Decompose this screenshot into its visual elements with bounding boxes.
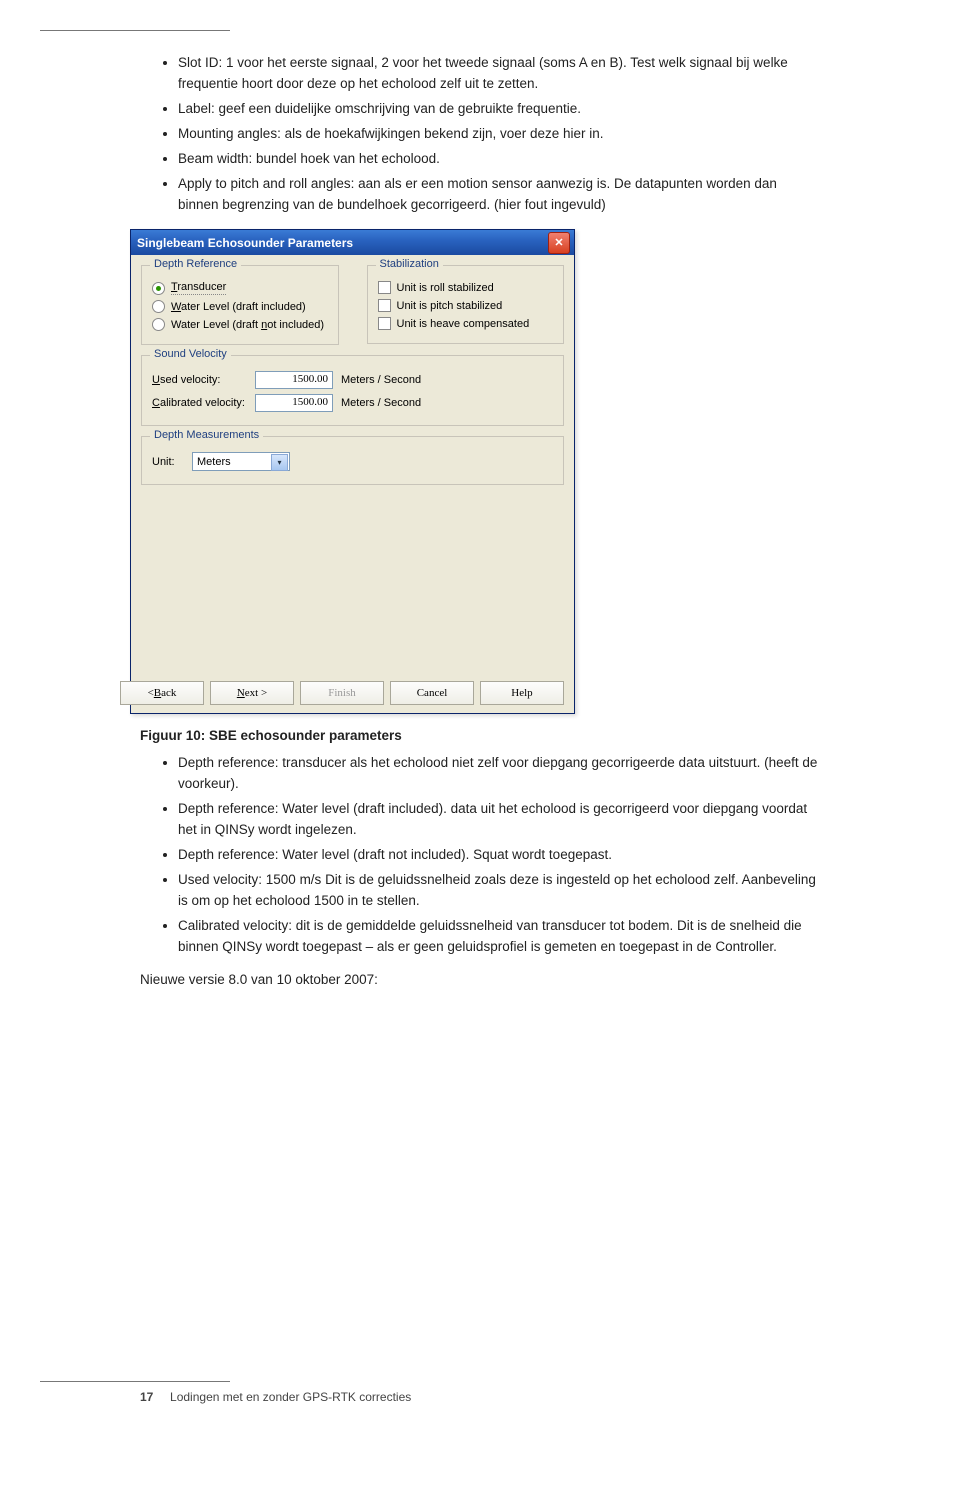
group-legend: Stabilization (376, 258, 443, 270)
radio-icon (152, 318, 165, 331)
radio-icon (152, 300, 165, 313)
chevron-down-icon: ▾ (271, 454, 288, 471)
radio-water-level-draft-not-included[interactable]: Water Level (draft not included) (152, 318, 328, 331)
group-depth-reference: Depth Reference Transducer Water Level (… (141, 265, 339, 345)
dialog-title: Singlebeam Echosounder Parameters (137, 236, 353, 250)
group-sound-velocity: Sound Velocity Used velocity: 1500.00 Me… (141, 355, 564, 426)
checkbox-icon (378, 281, 391, 294)
echosounder-dialog: Singlebeam Echosounder Parameters ✕ Dept… (130, 229, 575, 714)
footer-text: Lodingen met en zonder GPS-RTK correctie… (170, 1390, 411, 1404)
unit-label: Meters / Second (341, 374, 421, 386)
radio-label: Water Level (draft included) (171, 301, 306, 313)
list-item: Calibrated velocity: dit is de gemiddeld… (178, 916, 820, 958)
group-legend: Depth Measurements (150, 429, 263, 441)
figure-caption: Figuur 10: SBE echosounder parameters (140, 728, 820, 743)
dialog-button-row: < Back Next > Finish Cancel Help (141, 675, 564, 705)
dialog-titlebar[interactable]: Singlebeam Echosounder Parameters ✕ (131, 230, 574, 255)
cancel-button[interactable]: Cancel (390, 681, 474, 705)
group-depth-measurements: Depth Measurements Unit: Meters ▾ (141, 436, 564, 485)
used-velocity-label: Used velocity: (152, 374, 247, 386)
radio-water-level-draft-included[interactable]: Water Level (draft included) (152, 300, 328, 313)
unit-select[interactable]: Meters ▾ (192, 452, 290, 471)
radio-transducer[interactable]: Transducer (152, 281, 328, 295)
check-heave-compensated[interactable]: Unit is heave compensated (378, 317, 554, 330)
checkbox-icon (378, 299, 391, 312)
unit-field-label: Unit: (152, 456, 184, 468)
group-legend: Depth Reference (150, 258, 241, 270)
check-pitch-stabilized[interactable]: Unit is pitch stabilized (378, 299, 554, 312)
radio-icon (152, 282, 165, 295)
check-roll-stabilized[interactable]: Unit is roll stabilized (378, 281, 554, 294)
radio-label: Water Level (draft not included) (171, 319, 324, 331)
list-item: Mounting angles: als de hoekafwijkingen … (178, 124, 820, 145)
top-rule (40, 30, 230, 31)
radio-label: Transducer (171, 281, 226, 295)
top-bullet-list: Slot ID: 1 voor het eerste signaal, 2 vo… (140, 53, 820, 215)
help-button[interactable]: Help (480, 681, 564, 705)
next-button[interactable]: Next > (210, 681, 294, 705)
list-item: Used velocity: 1500 m/s Dit is de geluid… (178, 870, 820, 912)
calibrated-velocity-input[interactable]: 1500.00 (255, 394, 333, 412)
list-item: Depth reference: Water level (draft incl… (178, 799, 820, 841)
list-item: Depth reference: transducer als het echo… (178, 753, 820, 795)
group-legend: Sound Velocity (150, 348, 231, 360)
check-label: Unit is heave compensated (397, 318, 530, 330)
page-number: 17 (140, 1390, 153, 1404)
page-footer: 17 Lodingen met en zonder GPS-RTK correc… (140, 1381, 411, 1404)
list-item: Beam width: bundel hoek van het echolood… (178, 149, 820, 170)
list-item: Slot ID: 1 voor het eerste signaal, 2 vo… (178, 53, 820, 95)
back-button[interactable]: < Back (120, 681, 204, 705)
close-icon[interactable]: ✕ (548, 232, 570, 254)
list-item: Label: geef een duidelijke omschrijving … (178, 99, 820, 120)
group-stabilization: Stabilization Unit is roll stabilized Un… (367, 265, 565, 344)
version-line: Nieuwe versie 8.0 van 10 oktober 2007: (140, 972, 820, 987)
list-item: Depth reference: Water level (draft not … (178, 845, 820, 866)
combo-value: Meters (197, 456, 231, 468)
check-label: Unit is roll stabilized (397, 282, 494, 294)
list-item: Apply to pitch and roll angles: aan als … (178, 174, 820, 216)
bottom-bullet-list: Depth reference: transducer als het echo… (140, 753, 820, 957)
used-velocity-input[interactable]: 1500.00 (255, 371, 333, 389)
calibrated-velocity-label: Calibrated velocity: (152, 397, 247, 409)
check-label: Unit is pitch stabilized (397, 300, 503, 312)
checkbox-icon (378, 317, 391, 330)
finish-button: Finish (300, 681, 384, 705)
unit-label: Meters / Second (341, 397, 421, 409)
